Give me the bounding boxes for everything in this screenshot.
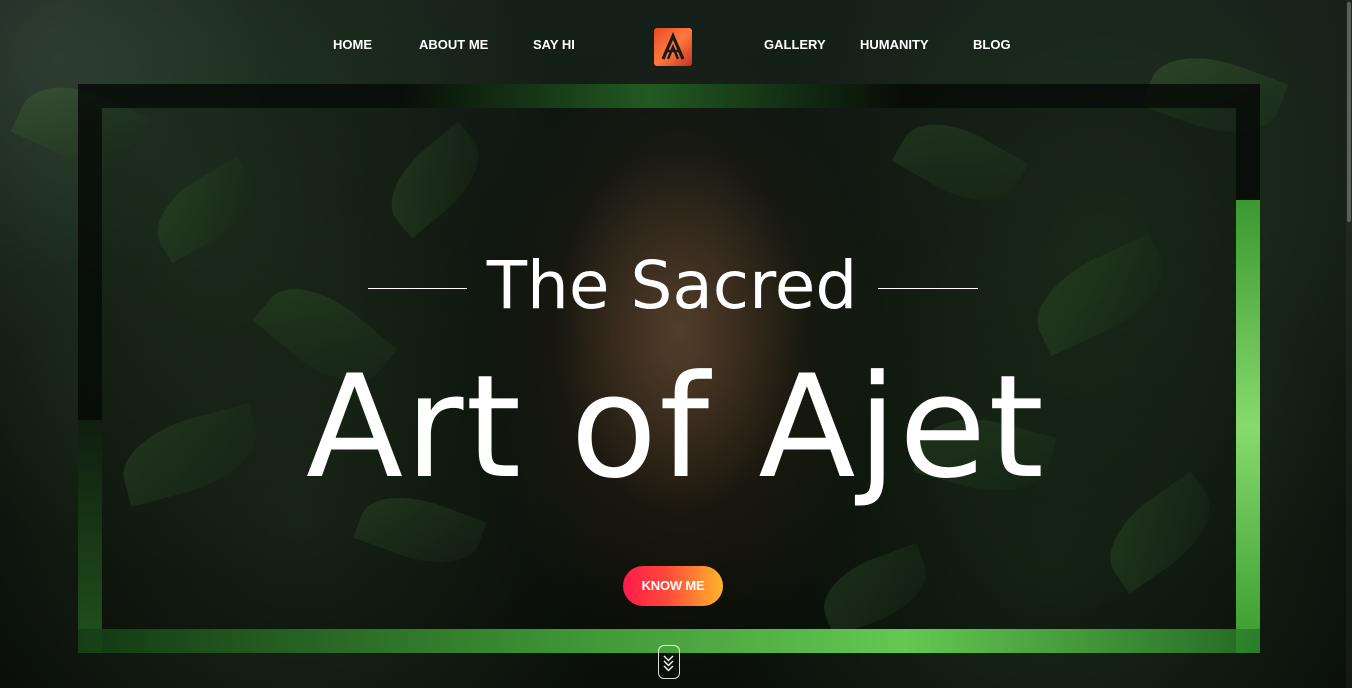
site-logo[interactable] — [654, 28, 692, 66]
scrollbar-thumb[interactable] — [1347, 2, 1351, 222]
double-chevron-down-icon — [663, 655, 674, 672]
know-me-button[interactable]: KNOW ME — [623, 566, 723, 606]
hero-section: HOME ABOUT ME SAY HI GALLERY HUMANITY BL… — [0, 0, 1352, 688]
nav-item-say-hi[interactable]: SAY HI — [533, 37, 575, 52]
title-rule-left — [368, 288, 467, 289]
page-scrollbar[interactable] — [1346, 0, 1352, 688]
nav-item-humanity[interactable]: HUMANITY — [860, 37, 929, 52]
nav-item-home[interactable]: HOME — [333, 37, 372, 52]
nav-item-blog[interactable]: BLOG — [973, 37, 1011, 52]
main-navigation: HOME ABOUT ME SAY HI GALLERY HUMANITY BL… — [0, 0, 1352, 90]
frame-highlight-right — [1236, 200, 1260, 653]
frame-highlight-left — [78, 420, 102, 653]
hero-title: Art of Ajet — [306, 345, 1046, 510]
hero-subtitle: The Sacred — [486, 247, 858, 324]
scroll-down-button[interactable] — [658, 645, 680, 679]
title-rule-right — [878, 288, 978, 289]
aa-monogram-logo-icon — [661, 32, 685, 60]
nav-item-gallery[interactable]: GALLERY — [764, 37, 826, 52]
nav-item-about-me[interactable]: ABOUT ME — [419, 37, 488, 52]
